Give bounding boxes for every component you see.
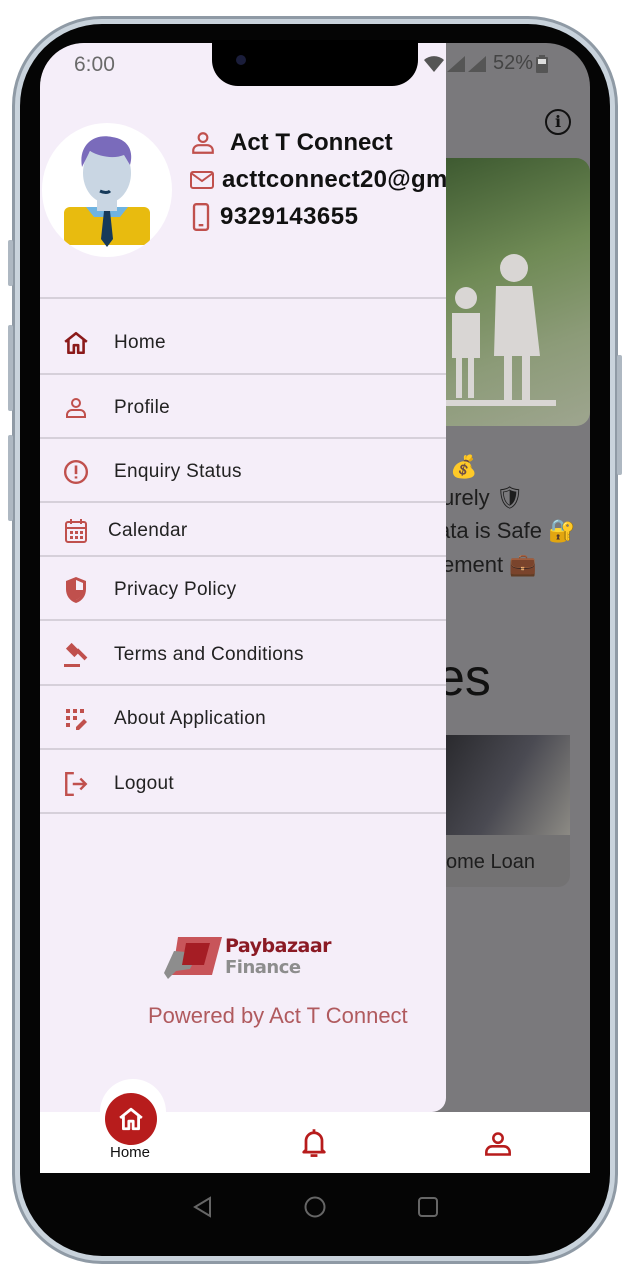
menu-label: Logout <box>114 773 174 794</box>
divider <box>40 619 446 621</box>
volume-button <box>8 435 13 521</box>
menu-item-enquiry-status[interactable]: Enquiry Status <box>40 445 446 499</box>
mail-icon <box>190 171 214 189</box>
person-icon <box>62 394 90 422</box>
alert-circle-icon <box>62 458 90 486</box>
profile-phone-row: 9329143655 <box>190 203 358 231</box>
signal-icon <box>447 55 465 72</box>
divider <box>40 373 446 375</box>
system-navigation-bar <box>20 1172 610 1242</box>
camera-icon <box>236 55 246 65</box>
status-icons: 52% <box>424 52 549 75</box>
app-grid-icon <box>62 705 90 733</box>
info-icon[interactable]: i <box>545 109 571 135</box>
profile-name: Act T Connect <box>230 129 393 156</box>
status-time: 6:00 <box>74 53 115 76</box>
shield-icon <box>62 576 90 604</box>
profile-email: acttconnect20@gm <box>222 166 448 193</box>
person-icon <box>485 1132 511 1156</box>
gavel-icon <box>62 641 90 669</box>
menu-item-about[interactable]: About Application <box>40 692 446 746</box>
wifi-icon <box>424 55 444 72</box>
profile-phone: 9329143655 <box>220 203 359 230</box>
divider <box>40 501 446 503</box>
screen: i 💰 urely 🛡 ata is Safe 🔐 ement 💼 es ome… <box>40 43 590 1173</box>
nav-home-button[interactable] <box>105 1093 157 1145</box>
powered-by-label: Powered by Act T Connect <box>148 1003 408 1028</box>
background-text: ata is Safe 🔐 <box>438 518 576 543</box>
divider <box>40 555 446 557</box>
card-label: ome Loan <box>446 851 535 873</box>
powered-by-text: Powered by Act T Connect <box>60 999 430 1033</box>
menu-item-terms[interactable]: Terms and Conditions <box>40 628 446 682</box>
menu-item-home[interactable]: Home <box>40 316 446 370</box>
nav-profile-button[interactable] <box>484 1130 512 1163</box>
home-loan-image <box>446 735 570 835</box>
profile-email-row: acttconnect20@gm <box>190 166 448 194</box>
nav-home-label: Home <box>109 1144 150 1161</box>
money-bag-emoji: 💰 <box>450 454 478 479</box>
signal-icon <box>468 55 486 72</box>
divider <box>40 684 446 686</box>
avatar <box>42 123 172 257</box>
hero-image <box>446 158 590 426</box>
menu-item-logout[interactable]: Logout <box>40 757 446 811</box>
menu-label: Terms and Conditions <box>114 644 304 665</box>
home-icon <box>62 329 90 357</box>
divider <box>40 437 446 439</box>
back-icon[interactable] <box>192 1196 214 1218</box>
phone-icon <box>192 203 210 231</box>
divider <box>40 812 446 814</box>
nav-notifications-button[interactable] <box>300 1127 328 1164</box>
power-button <box>617 355 622 475</box>
menu-label: Profile <box>114 397 170 418</box>
menu-label: Calendar <box>108 520 188 541</box>
home-icon <box>119 1107 143 1131</box>
recents-icon[interactable] <box>417 1196 439 1218</box>
family-figure-icon <box>446 254 556 406</box>
home-circle-icon[interactable] <box>303 1195 327 1219</box>
background-text: ement 💼 <box>442 552 537 577</box>
profile-name-row: Act T Connect <box>190 129 393 157</box>
logo-text: Paybazaar <box>225 935 332 957</box>
divider <box>40 748 446 750</box>
person-icon <box>192 132 214 154</box>
logout-icon <box>62 770 90 798</box>
paybazaar-logo: Paybazaar Finance <box>164 933 332 983</box>
battery-icon <box>536 54 549 73</box>
bell-icon <box>302 1129 326 1157</box>
menu-label: Privacy Policy <box>114 579 237 600</box>
calendar-icon <box>62 517 90 545</box>
navigation-drawer: 6:00 Act T Connect acttconnect20@gm 9329… <box>40 43 448 1112</box>
menu-label: Enquiry Status <box>114 461 242 482</box>
menu-item-calendar[interactable]: Calendar <box>40 504 446 558</box>
divider <box>40 297 446 299</box>
menu-item-profile[interactable]: Profile <box>40 381 446 435</box>
menu-label: Home <box>114 332 166 353</box>
background-text: urely 🛡 <box>442 485 524 510</box>
menu-label: About Application <box>114 708 266 729</box>
logo-text: Finance <box>225 957 301 978</box>
volume-button <box>8 240 13 286</box>
volume-button <box>8 325 13 411</box>
menu-item-privacy-policy[interactable]: Privacy Policy <box>40 563 446 617</box>
battery-percent: 52% <box>493 52 534 74</box>
